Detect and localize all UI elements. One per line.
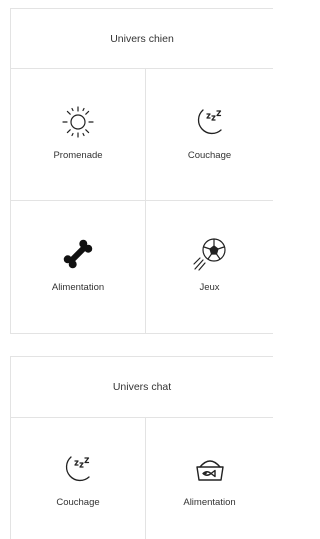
- cat-universe-title[interactable]: Univers chat: [11, 357, 273, 418]
- moon-sleep-icon: [58, 449, 98, 489]
- cat-category-grid: Couchage Alimentation: [11, 418, 273, 539]
- tile-label-promenade: Promenade: [53, 150, 103, 161]
- category-tile-couchage-chat[interactable]: Couchage: [11, 418, 146, 539]
- dog-universe-title[interactable]: Univers chien: [11, 9, 273, 69]
- tile-label-jeux: Jeux: [199, 282, 220, 293]
- dog-universe-card: Univers chien Promenade Couchage Aliment…: [10, 8, 273, 334]
- category-tile-alimentation-chat[interactable]: Alimentation: [146, 418, 273, 539]
- category-tile-jeux[interactable]: Jeux: [146, 201, 273, 333]
- moon-sleep-icon: [190, 102, 230, 142]
- bone-icon: [58, 234, 98, 274]
- tile-label-couchage-chat: Couchage: [56, 497, 100, 508]
- cat-universe-card: Univers chat Couchage Alimentation: [10, 356, 273, 539]
- tile-label-couchage: Couchage: [187, 150, 232, 161]
- category-tile-couchage[interactable]: Couchage: [146, 69, 273, 201]
- sun-icon: [58, 102, 98, 142]
- category-tile-promenade[interactable]: Promenade: [11, 69, 146, 201]
- tile-label-alimentation: Alimentation: [51, 282, 105, 293]
- food-bowl-icon: [190, 449, 230, 489]
- dog-category-grid: Promenade Couchage Alimentation Jeux: [11, 69, 273, 333]
- category-tile-alimentation[interactable]: Alimentation: [11, 201, 146, 333]
- tile-label-alimentation-chat: Alimentation: [183, 497, 236, 508]
- ball-icon: [190, 234, 230, 274]
